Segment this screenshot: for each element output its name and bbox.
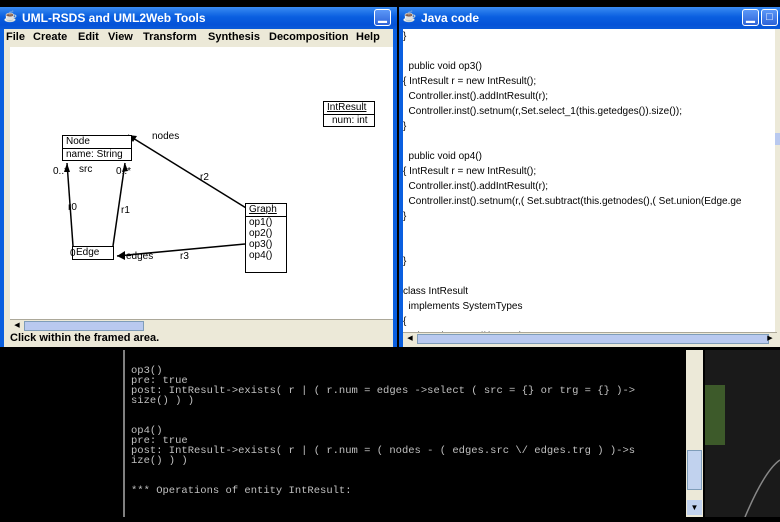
desktop-decoration [705,385,780,518]
uml-window-title: UML-RSDS and UML2Web Tools [22,11,206,25]
console-vertical-scrollbar[interactable]: ▼ [686,350,703,517]
java-code-window: ☕ Java code ▁ □ ✕ } public void op3() { I… [399,7,780,347]
scroll-down-icon[interactable]: ▼ [687,500,702,515]
menu-bar: File Create Edit View Transform Synthesi… [4,29,393,47]
console-line: size() ) ) [131,395,195,407]
status-message: Click within the framed area. [10,332,160,344]
code-line: } [403,121,407,132]
code-line: { IntResult r = new IntResult(); [403,166,537,177]
role-nodes-label: nodes [152,131,180,142]
console-line: post: IntResult->exists( r | ( r.num = e… [131,385,636,397]
console-line: post: IntResult->exists( r | ( r.num = (… [131,445,636,457]
console-scroll-thumb[interactable] [687,450,702,490]
console-window: op3() pre: true post: IntResult->exists( r… [123,350,705,517]
menu-help[interactable]: Help [356,31,380,43]
canvas-scroll-thumb[interactable] [24,321,144,331]
code-scroll-thumb[interactable] [775,133,780,145]
code-line: class IntResult [403,286,469,297]
canvas-horizontal-scrollbar[interactable]: ◀ [10,319,393,332]
scroll-left-icon[interactable]: ◀ [405,334,415,344]
scroll-left-icon[interactable]: ◀ [12,321,22,331]
role-src-label: src [79,164,93,175]
java-window-title: Java code [421,11,480,25]
class-graph-name: Graph [246,204,286,217]
code-line: public void op3() [403,61,482,72]
code-line: public void op4() [403,151,482,162]
trg-label: 0 [70,248,76,259]
class-node[interactable]: Node name: String [62,135,132,161]
maximize-icon[interactable]: □ [761,9,778,26]
menu-view[interactable]: View [108,31,133,43]
uml-tool-window: ☕ UML-RSDS and UML2Web Tools ▁ File Crea… [0,7,397,347]
class-intresult-name: IntResult [324,102,374,115]
app-icon: ☕ [3,11,18,23]
minimize-icon[interactable]: ▁ [374,9,391,26]
mult-trg-label: 0..* [116,166,132,177]
code-line: } [403,31,407,42]
mult-src-label: 0..* [53,166,69,177]
minimize-icon[interactable]: ▁ [742,9,759,26]
console-line: *** Operations of entity IntResult: [131,485,352,497]
assoc-r0-label: r0 [68,202,77,213]
console-line: op3() [131,365,163,377]
class-intresult[interactable]: IntResult num: int [323,101,375,127]
class-graph[interactable]: Graph op1() op2() op3() op4() [245,203,287,273]
console-line: op4() [131,425,163,437]
code-horizontal-scrollbar[interactable]: ◀ ▶ [403,332,777,345]
menu-create[interactable]: Create [33,31,67,43]
code-line: Controller.inst().setnum(r,( Set.subtrac… [403,196,742,207]
code-line: } [403,256,407,267]
console-output: op3() pre: true post: IntResult->exists( r… [131,365,686,497]
class-edge[interactable]: Edge [72,246,114,260]
code-line: Controller.inst().addIntResult(r); [403,181,549,192]
class-intresult-attr: num: int [332,115,368,126]
code-line: } [403,211,407,222]
menu-transform[interactable]: Transform [143,31,197,43]
menu-file[interactable]: File [6,31,25,43]
code-line: { [403,316,407,327]
role-edges-label: edges [126,251,154,262]
code-hscroll-thumb[interactable] [417,334,769,344]
code-vertical-scrollbar[interactable] [775,29,780,332]
class-diagram-canvas[interactable]: Node name: String Edge Graph op1() op2()… [10,47,393,319]
assoc-r3-label: r3 [180,251,189,262]
graph-op1: op1() [249,217,273,228]
code-line: implements SystemTypes [403,301,523,312]
code-line: Controller.inst().setnum(r,Set.select_1(… [403,106,682,117]
graph-op4: op4() [249,250,273,261]
desktop-background [705,350,780,518]
uml-window-titlebar[interactable]: ☕ UML-RSDS and UML2Web Tools ▁ [0,7,397,29]
app-icon: ☕ [402,11,417,23]
class-node-name: Node [63,136,131,149]
console-line: ize() ) ) [131,455,188,467]
assoc-r2-label: r2 [200,172,209,183]
code-line: Controller.inst().addIntResult(r); [403,91,549,102]
class-node-attr: name: String [66,149,123,160]
menu-edit[interactable]: Edit [78,31,99,43]
assoc-r1-label: r1 [121,205,130,216]
scroll-right-icon[interactable]: ▶ [765,334,775,344]
association-lines [64,134,252,260]
menu-synthesis[interactable]: Synthesis [208,31,260,43]
class-edge-name: Edge [76,247,100,258]
graph-op3: op3() [249,239,273,250]
code-line: { IntResult r = new IntResult(); [403,76,537,87]
java-window-titlebar[interactable]: ☕ Java code ▁ □ ✕ [399,7,780,29]
java-code-area[interactable]: } public void op3() { IntResult r = new I… [403,29,775,332]
graph-op2: op2() [249,228,273,239]
menu-decomposition[interactable]: Decomposition [269,31,348,43]
